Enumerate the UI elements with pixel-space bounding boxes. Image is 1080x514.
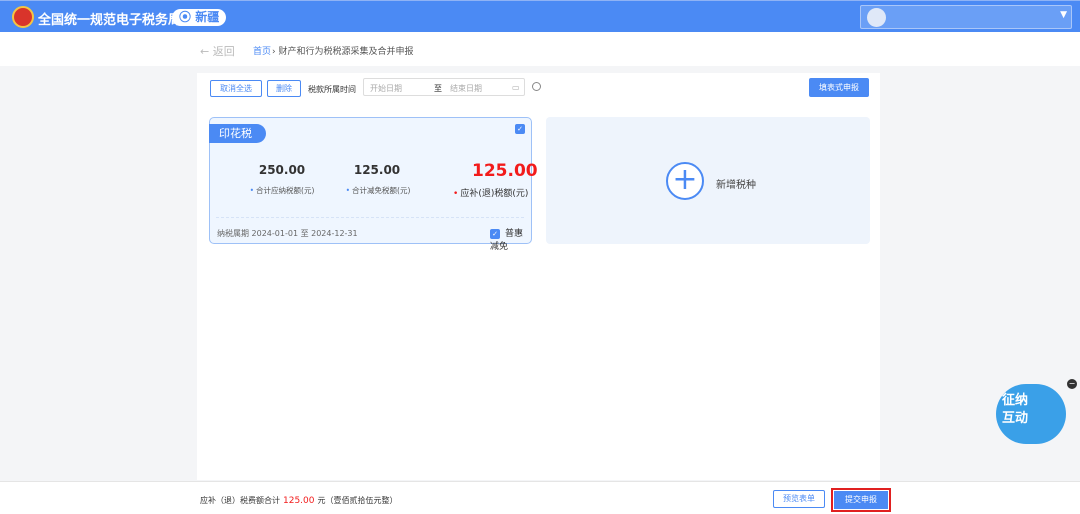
app-title: 全国统一规范电子税务局 [38,13,182,28]
avatar [867,8,886,27]
payable-amount: 250.00 [258,163,306,177]
fill-form-button[interactable]: 填表式申报 [809,78,869,97]
minimize-icon[interactable]: − [1067,379,1077,389]
preview-form-button[interactable]: 预览表单 [773,490,825,508]
total-summary: 应补（退）税费额合计 125.00 元（壹佰贰拾伍元整） [200,496,398,506]
breadcrumb-current: › 财产和行为税税源采集及合并申报 [272,47,414,57]
tax-tag: 印花税 [209,124,266,143]
top-bar: 全国统一规范电子税务局 ⦿ 新疆 ▼ [0,0,1080,32]
back-link[interactable]: ← 返回 [200,43,235,59]
add-tax-type-card[interactable]: + 新增税种 [546,117,870,244]
mascot-widget[interactable]: 征纳互动 [996,384,1066,444]
add-tax-type-label: 新增税种 [716,180,756,191]
plus-icon: + [666,162,704,200]
main-panel: 取消全选 删除 税款所属时间 开始日期 至 结束日期 ▭ 填表式申报 印花税 ✓… [197,73,880,480]
checkbox-icon: ✓ [490,229,500,239]
relief-amount: 125.00 [353,163,401,177]
calendar-icon: ▭ [512,83,520,92]
end-date-placeholder: 结束日期 [450,84,482,93]
total-amount: 125.00 [283,496,315,506]
user-menu[interactable]: ▼ [860,5,1072,29]
chevron-down-icon: ▼ [1060,10,1067,20]
submit-highlight: 提交申报 [831,488,891,512]
period-label: 税款所属时间 [308,85,356,94]
card-checkbox[interactable]: ✓ [515,124,525,134]
tax-card-stamp-duty[interactable]: 印花税 ✓ 250.00 合计应纳税额(元) 125.00 合计减免税额(元) … [209,117,538,252]
date-range-input[interactable]: 开始日期 至 结束日期 ▭ [363,78,525,96]
preferential-relief-checkbox[interactable]: ✓ 普惠减免 [490,226,531,252]
divider [216,217,524,218]
tax-period: 纳税属期 2024-01-01 至 2024-12-31 [217,229,358,238]
footer-bar: 应补（退）税费额合计 125.00 元（壹佰贰拾伍元整） 预览表单 提交申报 [0,481,1080,514]
start-date-placeholder: 开始日期 [370,84,402,93]
breadcrumb-home[interactable]: 首页 [253,44,271,57]
breadcrumb: ← 返回 首页 › 财产和行为税税源采集及合并申报 [0,32,1080,66]
delete-button[interactable]: 删除 [267,80,301,97]
region-label: 新疆 [195,10,220,24]
range-separator: 至 [434,84,442,93]
submit-button[interactable]: 提交申报 [834,491,888,509]
due-label: 应补(退)税额(元) [453,186,528,199]
info-icon[interactable] [532,82,541,91]
payable-label: 合计应纳税额(元) [227,185,337,196]
due-amount: 125.00 [472,161,538,181]
relief-label: 合计减免税额(元) [323,185,433,196]
mascot-text: 征纳互动 [1002,393,1029,426]
region-selector[interactable]: ⦿ 新疆 [172,9,227,26]
tax-emblem-icon [12,6,34,28]
cancel-select-all-button[interactable]: 取消全选 [210,80,262,97]
